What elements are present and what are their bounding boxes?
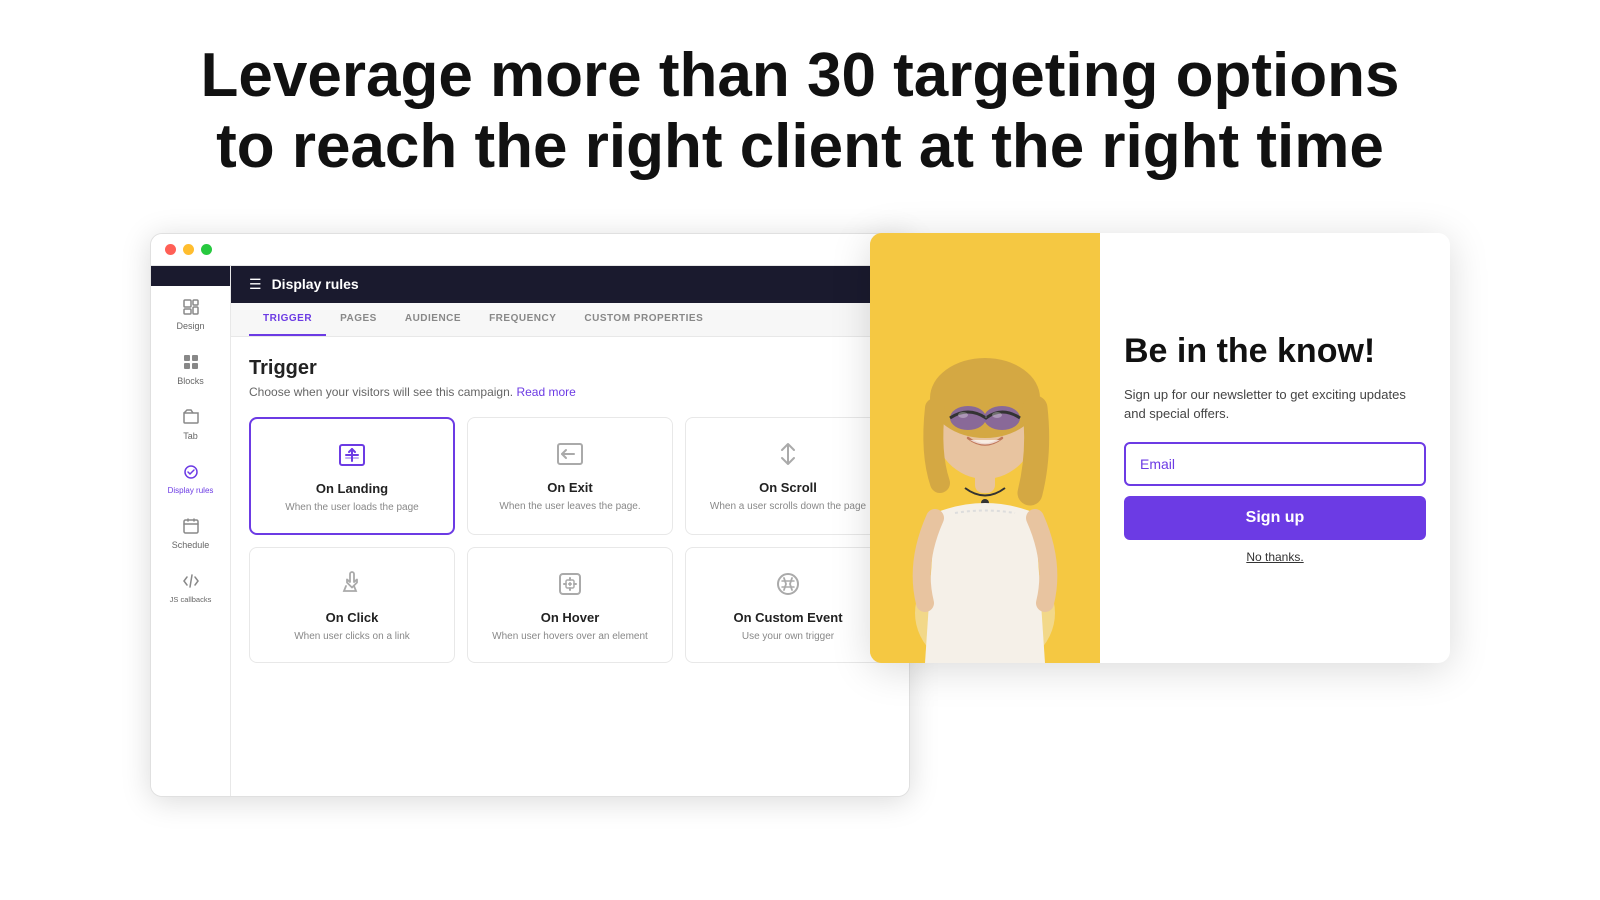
trigger-card-on-scroll[interactable]: On Scroll When a user scrolls down the p… [685, 417, 891, 535]
display-rules-icon [180, 461, 202, 483]
card-name-on-landing: On Landing [316, 481, 388, 496]
app-header-title: Display rules [272, 276, 359, 292]
browser-mockup: Design Blocks [150, 233, 910, 797]
trigger-grid: On Landing When the user loads the page [249, 417, 891, 663]
trigger-card-on-custom-event[interactable]: On Custom Event Use your own trigger [685, 547, 891, 663]
sidebar-label-tab: Tab [183, 431, 198, 441]
scroll-icon [770, 436, 806, 472]
sidebar-label-js-callbacks: JS callbacks [170, 595, 212, 604]
blocks-icon [180, 351, 202, 373]
sidebar-label-display-rules: Display rules [168, 486, 214, 495]
newsletter-form-area: Be in the know! Sign up for our newslett… [1100, 233, 1450, 663]
app-tabs: TRIGGER PAGES AUDIENCE FREQUENCY CUSTOM … [231, 303, 909, 337]
tab-frequency[interactable]: FREQUENCY [475, 303, 570, 336]
main-headline: Leverage more than 30 targeting options … [201, 40, 1400, 183]
browser-dot-red [165, 244, 176, 255]
no-thanks-link[interactable]: No thanks. [1124, 550, 1426, 564]
card-desc-on-click: When user clicks on a link [294, 630, 410, 644]
card-desc-on-scroll: When a user scrolls down the page [710, 500, 866, 514]
card-desc-on-custom-event: Use your own trigger [742, 630, 834, 644]
schedule-icon [180, 515, 202, 537]
trigger-title: Trigger [249, 357, 891, 380]
trigger-subtitle: Choose when your visitors will see this … [249, 385, 891, 399]
click-icon [334, 566, 370, 602]
card-desc-on-exit: When the user leaves the page. [499, 500, 640, 514]
card-name-on-click: On Click [326, 610, 379, 625]
landing-icon [334, 437, 370, 473]
sidebar-item-design[interactable]: Design [151, 286, 230, 341]
sidebar-label-schedule: Schedule [172, 540, 210, 550]
tab-trigger[interactable]: TRIGGER [249, 303, 326, 336]
woman-illustration [870, 233, 1100, 663]
trigger-card-on-landing[interactable]: On Landing When the user loads the page [249, 417, 455, 535]
card-name-on-hover: On Hover [541, 610, 600, 625]
card-name-on-scroll: On Scroll [759, 480, 817, 495]
browser-dot-yellow [183, 244, 194, 255]
sidebar-label-design: Design [176, 321, 204, 331]
signup-button[interactable]: Sign up [1124, 496, 1426, 540]
app-sidebar: Design Blocks [151, 266, 231, 796]
content-area: Design Blocks [150, 233, 1450, 797]
browser-body: Design Blocks [151, 266, 909, 796]
custom-event-icon [770, 566, 806, 602]
card-desc-on-hover: When user hovers over an element [492, 630, 648, 644]
sidebar-label-blocks: Blocks [177, 376, 204, 386]
newsletter-body: Sign up for our newsletter to get exciti… [1124, 385, 1426, 424]
design-icon [180, 296, 202, 318]
sidebar-item-js-callbacks[interactable]: JS callbacks [151, 560, 230, 614]
js-callbacks-icon [180, 570, 202, 592]
email-input[interactable] [1124, 442, 1426, 486]
menu-icon: ☰ [249, 276, 262, 293]
trigger-card-on-hover[interactable]: On Hover When user hovers over an elemen… [467, 547, 673, 663]
sidebar-topbar [151, 266, 230, 286]
headline-line1: Leverage more than 30 targeting options [201, 41, 1400, 110]
newsletter-headline: Be in the know! [1124, 332, 1426, 371]
sidebar-item-blocks[interactable]: Blocks [151, 341, 230, 396]
browser-dot-green [201, 244, 212, 255]
trigger-content: Trigger Choose when your visitors will s… [231, 337, 909, 683]
tab-pages[interactable]: PAGES [326, 303, 391, 336]
trigger-card-on-click[interactable]: On Click When user clicks on a link [249, 547, 455, 663]
tab-custom-properties[interactable]: CUSTOM PROPERTIES [570, 303, 717, 336]
card-name-on-custom-event: On Custom Event [733, 610, 842, 625]
newsletter-panel: Be in the know! Sign up for our newslett… [870, 233, 1450, 663]
browser-topbar [151, 234, 909, 266]
sidebar-item-display-rules[interactable]: Display rules [151, 451, 230, 505]
app-header: ☰ Display rules [231, 266, 909, 303]
hover-icon [552, 566, 588, 602]
headline-line2: to reach the right client at the right t… [216, 112, 1384, 181]
tab-icon [180, 406, 202, 428]
trigger-card-on-exit[interactable]: On Exit When the user leaves the page. [467, 417, 673, 535]
card-desc-on-landing: When the user loads the page [285, 501, 418, 515]
exit-icon [552, 436, 588, 472]
page-wrapper: Leverage more than 30 targeting options … [0, 0, 1600, 900]
newsletter-image [870, 233, 1100, 663]
sidebar-item-schedule[interactable]: Schedule [151, 505, 230, 560]
card-name-on-exit: On Exit [547, 480, 593, 495]
app-main: ☰ Display rules TRIGGER PAGES AUDIENCE F… [231, 266, 909, 796]
read-more-link[interactable]: Read more [516, 385, 575, 399]
tab-audience[interactable]: AUDIENCE [391, 303, 475, 336]
sidebar-item-tab[interactable]: Tab [151, 396, 230, 451]
